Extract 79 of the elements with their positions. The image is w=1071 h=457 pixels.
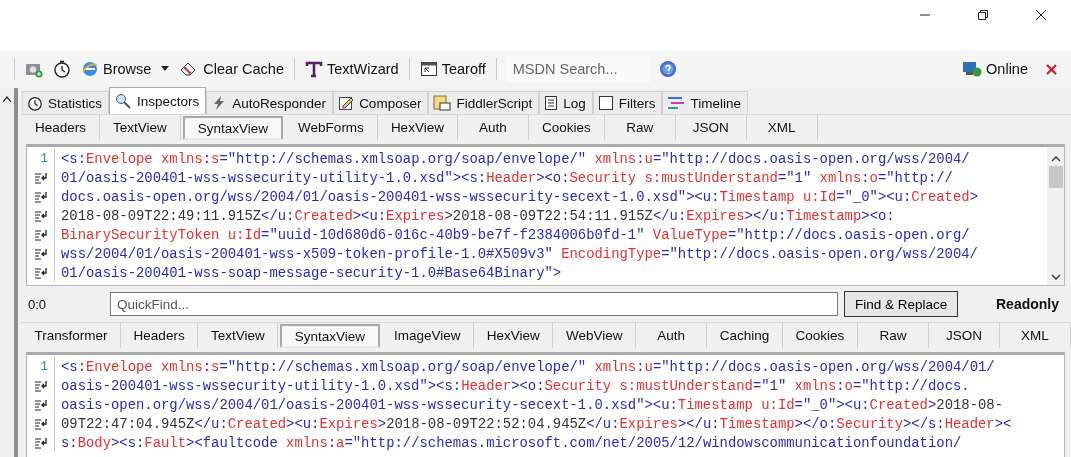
readonly-label: Readonly	[996, 296, 1059, 312]
scrollbar-thumb[interactable]	[1048, 166, 1063, 188]
code-line: <s:Envelope xmlns:s="http://schemas.xmlsoap.org/soap/envelope/" xmlns:u="http://docs.oasis-open.org/wss/2004/01/	[60, 358, 995, 375]
inspector-tab[interactable]: Filters	[592, 91, 663, 114]
view-tab[interactable]: TextView	[100, 115, 181, 140]
scroll-up-icon[interactable]	[3, 96, 11, 102]
restore-icon[interactable]	[977, 9, 989, 21]
scrollbar[interactable]	[1047, 147, 1064, 285]
view-tab[interactable]: Cookies	[528, 115, 605, 140]
magnifier-icon	[114, 93, 132, 109]
globe-icon	[81, 60, 99, 78]
find-replace-button[interactable]: Find & Replace	[844, 291, 959, 317]
view-tab[interactable]: XML	[746, 115, 818, 140]
line-number: 1	[27, 149, 55, 168]
monitor-icon	[962, 60, 983, 78]
code-line: 01/oasis-200401-wss-wssecurity-utility-1.0.xsd"><s:Header><o:Security s:mustUnderstand="1" xmlns:o="http://	[60, 169, 953, 186]
code-line: oasis-open.org/wss/2004/01/oasis-200401-wss-wssecurity-secext-1.0.xsd"><u:Timestamp u:Id="_0"><u:Created>2018-08-	[60, 396, 1003, 413]
toolbar-button[interactable]: TextWizard	[302, 58, 401, 80]
toolbar-button[interactable]: Tearoff	[417, 58, 488, 80]
stopwatch-icon	[53, 60, 71, 78]
view-tab[interactable]: Transformer	[22, 323, 121, 348]
view-tab[interactable]: HexView	[377, 115, 458, 140]
toolbar-icon-button[interactable]	[51, 58, 73, 80]
view-tab[interactable]: Auth	[457, 115, 529, 140]
code-editor[interactable]	[26, 352, 1065, 457]
code-line: 2018-08-09T22:49:11.915Z</u:Created><u:Expires>2018-08-09T22:54:11.915Z</u:Expires></u:Timestamp><o:	[60, 207, 895, 224]
inspector-tab[interactable]: FiddlerScript	[428, 91, 540, 114]
view-tab[interactable]: Raw	[858, 323, 929, 348]
view-tab[interactable]: WebForms	[285, 115, 378, 140]
view-tab[interactable]: WebView	[553, 323, 637, 348]
browse-button[interactable]: Browse	[79, 58, 172, 80]
view-tab[interactable]: HexView	[474, 323, 554, 348]
code-line: 09T22:47:04.945Z</u:Created><u:Expires>2018-08-09T22:52:04.945Z</u:Expires></u:Timestamp></o:Security></s:Header><	[60, 415, 1012, 432]
close-icon[interactable]	[1035, 9, 1047, 21]
view-tab[interactable]: Auth	[636, 323, 708, 348]
view-tab[interactable]: XML	[1000, 323, 1071, 348]
inspector-tab[interactable]: Log	[539, 91, 593, 114]
view-tab[interactable]: SyntaxView	[280, 324, 380, 348]
view-tab[interactable]: Headers	[120, 323, 199, 348]
code-line: <s:Envelope xmlns:s="http://schemas.xmlsoap.org/soap/envelope/" xmlns:u="http://docs.oasis-open.org/wss/2004/	[60, 150, 970, 167]
caret-icon	[161, 66, 170, 72]
code-line: wss/2004/01/oasis-200401-wss-x509-token-profile-1.0#X509v3" EncodingType="http://docs.oasis-open.org/wss/2004/	[60, 245, 978, 262]
script-icon	[433, 95, 452, 111]
checkbox-icon	[597, 95, 614, 111]
view-tab[interactable]: JSON	[675, 115, 747, 140]
inspector-tab[interactable]: Statistics	[22, 91, 109, 114]
code-line: docs.oasis-open.org/wss/2004/01/oasis-200401-wss-wssecurity-secext-1.0.xsd"><u:Timestamp u:Id="_0"><u:Created>	[60, 188, 978, 205]
inspector-tab[interactable]: Timeline	[662, 91, 748, 114]
quickfind-field[interactable]: QuickFind...	[110, 292, 838, 316]
code-line: 01/oasis-200401-wss-soap-message-security-1.0#Base64Binary">	[60, 264, 562, 281]
code-line: s:Body><s:Fault><faultcode xmlns:a="http://schemas.microsoft.com/net/2005/12/windowscommunicationfoundation/	[60, 434, 962, 451]
pencil-icon	[338, 95, 355, 111]
inspector-tab[interactable]: Inspectors	[109, 87, 207, 114]
view-tab[interactable]: Cookies	[782, 323, 858, 348]
toolbar-button[interactable]: Clear Cache	[177, 58, 286, 80]
help-icon[interactable]	[658, 60, 677, 78]
line-number: 1	[27, 357, 55, 376]
timeline-icon	[667, 95, 686, 111]
scroll-down-icon[interactable]	[1050, 274, 1061, 281]
view-tab[interactable]: Caching	[707, 323, 783, 348]
document-icon	[544, 95, 559, 111]
view-tab[interactable]: JSON	[929, 323, 1000, 348]
scroll-up-icon[interactable]	[1050, 155, 1061, 162]
stopwatch-icon	[27, 95, 43, 111]
view-tab[interactable]: SyntaxView	[182, 116, 284, 140]
code-line: oasis-200401-wss-wssecurity-utility-1.0.xsd"><s:Header><o:Security s:mustUnderstand="1" xmlns:o="http://docs.	[60, 377, 970, 394]
letter-t-icon	[304, 60, 323, 78]
view-tab[interactable]: TextView	[198, 323, 279, 348]
inspector-tab[interactable]: Composer	[333, 91, 429, 114]
cursor-position: 0:0	[28, 296, 48, 312]
view-tab[interactable]: ImageView	[381, 323, 475, 348]
code-line: BinarySecurityToken u:Id="uuid-10d680d6-016c-40b9-be7f-f2384006b0fd-1" ValueType="http://docs.oasis-open.org/	[60, 226, 970, 243]
code-editor[interactable]	[26, 144, 1065, 286]
window-icon	[419, 60, 438, 78]
view-tab[interactable]: Headers	[22, 115, 101, 140]
inspector-tab[interactable]: AutoResponder	[206, 91, 334, 114]
search-field[interactable]: MSDN Search...	[506, 56, 651, 82]
online-button[interactable]: Online	[960, 58, 1030, 80]
view-tab[interactable]: Raw	[604, 115, 676, 140]
